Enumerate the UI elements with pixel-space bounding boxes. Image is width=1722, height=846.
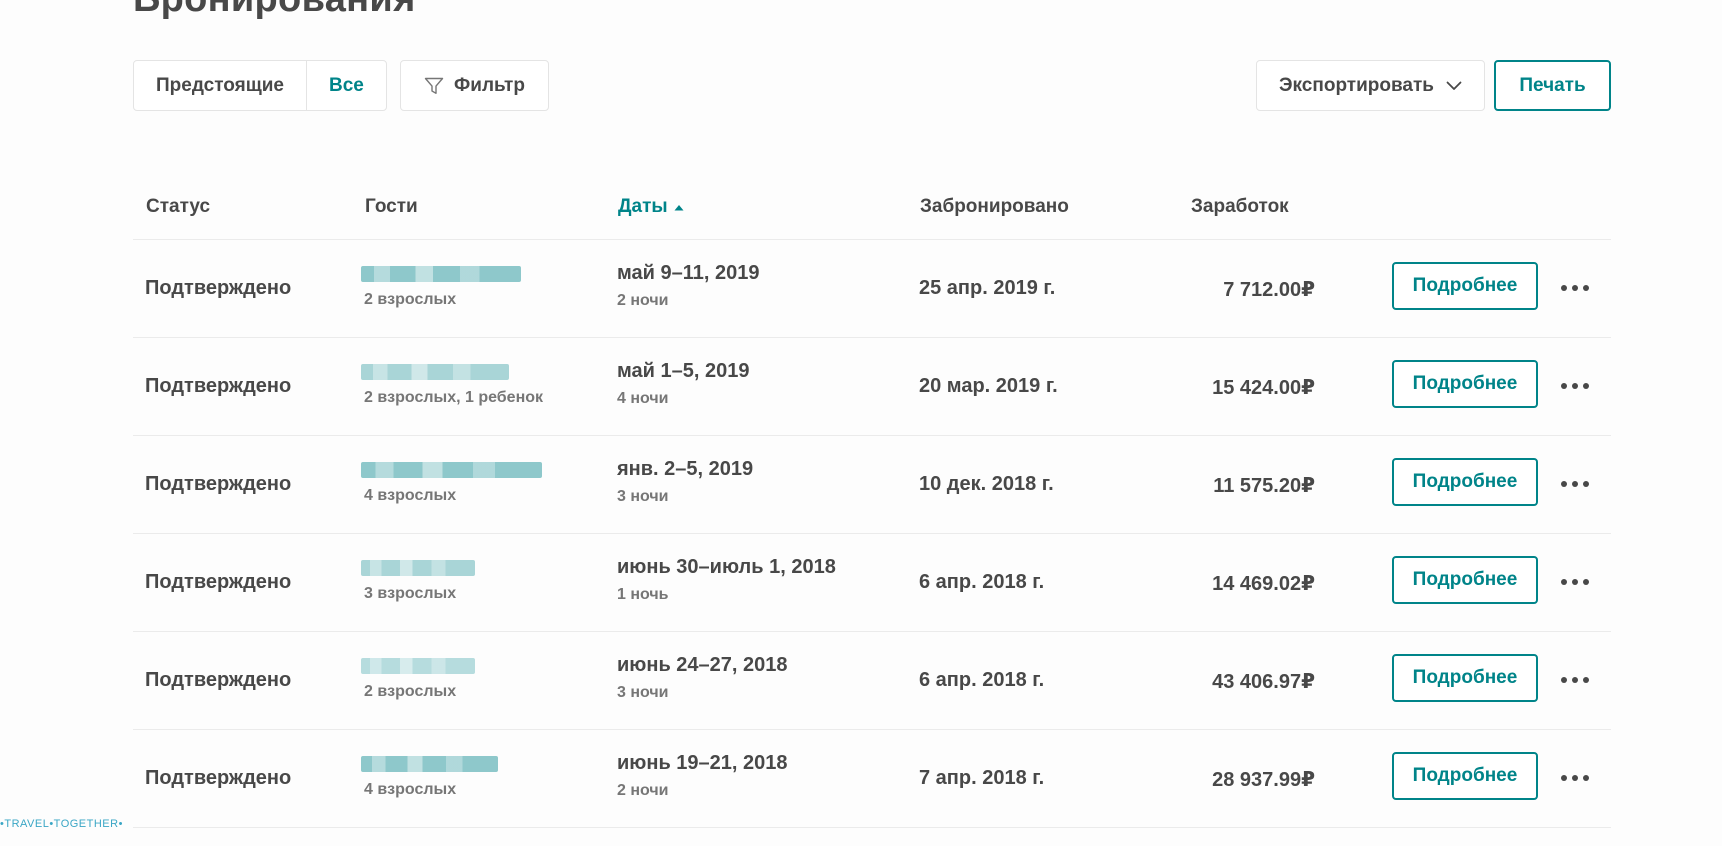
nights-count: 1 ночь <box>617 586 669 603</box>
reservation-dates: май 1–5, 2019 <box>617 360 750 382</box>
export-label: Экспортировать <box>1279 74 1434 96</box>
more-options-icon[interactable] <box>1561 376 1589 396</box>
earnings-amount: 14 469.02₽ <box>1212 573 1315 595</box>
nights-count: 2 ночи <box>617 782 669 799</box>
table-row: Подтверждено 4 взрослых июнь 19–21, 2018… <box>133 730 1611 828</box>
booked-date: 20 мар. 2019 г. <box>919 375 1058 397</box>
header-booked: Забронировано <box>920 196 1069 217</box>
guest-name-redacted <box>361 658 475 674</box>
more-options-icon[interactable] <box>1561 474 1589 494</box>
table-row: Подтверждено 3 взрослых июнь 30–июль 1, … <box>133 534 1611 632</box>
booked-date: 6 апр. 2018 г. <box>919 571 1045 593</box>
guest-name-redacted <box>361 266 521 282</box>
guest-count: 4 взрослых <box>364 487 457 504</box>
guest-name-redacted <box>361 560 475 576</box>
reservation-dates: июнь 24–27, 2018 <box>617 654 788 676</box>
status-text: Подтверждено <box>145 571 292 593</box>
status-text: Подтверждено <box>145 473 292 495</box>
filter-label: Фильтр <box>454 74 525 96</box>
table-row: Подтверждено 2 взрослых май 9–11, 2019 2… <box>133 240 1611 338</box>
print-button[interactable]: Печать <box>1494 60 1611 111</box>
more-options-icon[interactable] <box>1561 572 1589 592</box>
header-earnings: Заработок <box>1191 196 1289 217</box>
more-options-icon[interactable] <box>1561 768 1589 788</box>
watermark: •TRAVEL•TOGETHER• <box>0 818 123 830</box>
status-text: Подтверждено <box>145 669 292 691</box>
guest-name-redacted <box>361 364 509 380</box>
guest-count: 2 взрослых, 1 ребенок <box>364 389 544 406</box>
nights-count: 2 ночи <box>617 292 669 309</box>
details-button[interactable]: Подробнее <box>1392 654 1538 702</box>
guest-name-redacted <box>361 462 542 478</box>
nights-count: 3 ночи <box>617 488 669 505</box>
header-status: Статус <box>146 196 211 217</box>
guest-count: 4 взрослых <box>364 781 457 798</box>
reservation-dates: янв. 2–5, 2019 <box>617 458 754 480</box>
details-button[interactable]: Подробнее <box>1392 752 1538 800</box>
tab-all[interactable]: Все <box>305 61 386 110</box>
reservation-view-toggle: Предстоящие Все <box>133 60 387 111</box>
booked-date: 25 апр. 2019 г. <box>919 277 1056 299</box>
booked-date: 10 дек. 2018 г. <box>919 473 1054 495</box>
status-text: Подтверждено <box>145 767 292 789</box>
sort-ascending-icon <box>674 204 684 211</box>
nights-count: 4 ночи <box>617 390 669 407</box>
details-button[interactable]: Подробнее <box>1392 360 1538 408</box>
table-row: Подтверждено 4 взрослых янв. 2–5, 2019 3… <box>133 436 1611 534</box>
tab-upcoming[interactable]: Предстоящие <box>134 61 306 110</box>
funnel-icon <box>424 76 444 96</box>
details-button[interactable]: Подробнее <box>1392 458 1538 506</box>
status-text: Подтверждено <box>145 277 292 299</box>
more-options-icon[interactable] <box>1561 278 1589 298</box>
earnings-amount: 28 937.99₽ <box>1212 769 1315 791</box>
guest-count: 2 взрослых <box>364 291 457 308</box>
table-row: Подтверждено 2 взрослых, 1 ребенок май 1… <box>133 338 1611 436</box>
earnings-amount: 15 424.00₽ <box>1212 377 1315 399</box>
header-guests: Гости <box>365 196 418 217</box>
guest-count: 3 взрослых <box>364 585 457 602</box>
details-button[interactable]: Подробнее <box>1392 556 1538 604</box>
reservations-table: Статус Гости Даты Забронировано Заработо… <box>133 178 1611 828</box>
guest-count: 2 взрослых <box>364 683 457 700</box>
reservation-dates: май 9–11, 2019 <box>617 262 760 284</box>
filter-button[interactable]: Фильтр <box>400 60 549 111</box>
reservation-dates: июнь 19–21, 2018 <box>617 752 788 774</box>
nights-count: 3 ночи <box>617 684 669 701</box>
details-button[interactable]: Подробнее <box>1392 262 1538 310</box>
export-button[interactable]: Экспортировать <box>1256 60 1485 111</box>
guest-name-redacted <box>361 756 498 772</box>
table-row: Подтверждено 2 взрослых июнь 24–27, 2018… <box>133 632 1611 730</box>
toolbar: Предстоящие Все Фильтр Экспортировать Пе… <box>133 60 1611 111</box>
more-options-icon[interactable] <box>1561 670 1589 690</box>
table-header: Статус Гости Даты Забронировано Заработо… <box>133 178 1611 240</box>
chevron-down-icon <box>1446 81 1462 91</box>
booked-date: 7 апр. 2018 г. <box>919 767 1045 789</box>
header-dates-label: Даты <box>618 196 668 217</box>
booked-date: 6 апр. 2018 г. <box>919 669 1045 691</box>
earnings-amount: 11 575.20₽ <box>1213 475 1315 497</box>
earnings-amount: 7 712.00₽ <box>1223 279 1315 301</box>
page-title: Бронирования <box>133 0 416 21</box>
reservation-dates: июнь 30–июль 1, 2018 <box>617 556 836 578</box>
header-dates[interactable]: Даты <box>618 196 684 218</box>
status-text: Подтверждено <box>145 375 292 397</box>
earnings-amount: 43 406.97₽ <box>1212 671 1315 693</box>
